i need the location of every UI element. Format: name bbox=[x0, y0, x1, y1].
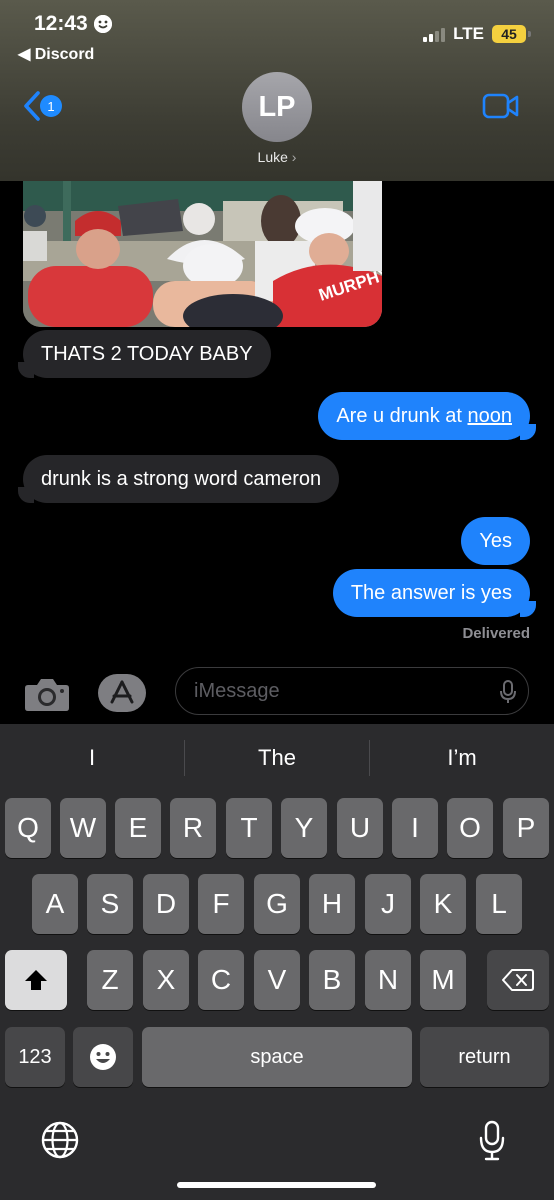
mic-icon bbox=[479, 1120, 505, 1161]
emoji-key[interactable] bbox=[73, 1027, 133, 1087]
key-g[interactable]: G bbox=[254, 874, 300, 934]
delete-key[interactable] bbox=[487, 950, 549, 1010]
key-m[interactable]: M bbox=[420, 950, 466, 1010]
status-time: 12:43 bbox=[34, 12, 112, 36]
key-h[interactable]: H bbox=[309, 874, 355, 934]
clock-text: 12:43 bbox=[34, 12, 88, 35]
key-r[interactable]: R bbox=[170, 798, 216, 858]
data-detector-link[interactable]: noon bbox=[468, 405, 513, 427]
message-incoming[interactable]: THATS 2 TODAY BABY bbox=[18, 330, 271, 378]
message-outgoing[interactable]: Are u drunk at noon bbox=[318, 392, 536, 440]
contact-name-link[interactable]: Luke › bbox=[0, 149, 554, 165]
photo-message[interactable]: MURPHY bbox=[23, 181, 382, 327]
mic-icon bbox=[500, 680, 516, 703]
delete-icon bbox=[502, 969, 534, 991]
shift-key[interactable] bbox=[5, 950, 67, 1010]
emoji-icon bbox=[90, 1044, 116, 1070]
key-u[interactable]: U bbox=[337, 798, 383, 858]
video-call-button[interactable] bbox=[482, 93, 520, 124]
suggestion-2[interactable]: The bbox=[185, 740, 369, 776]
message-incoming[interactable]: drunk is a strong word cameron bbox=[17, 455, 340, 503]
suggestion-3[interactable]: I’m bbox=[370, 740, 554, 776]
key-j[interactable]: J bbox=[365, 874, 411, 934]
message-text: The answer is yes bbox=[350, 582, 512, 604]
key-x[interactable]: X bbox=[143, 950, 189, 1010]
message-text: THATS 2 TODAY BABY bbox=[41, 343, 253, 365]
back-to-app-link[interactable]: ◀ Discord bbox=[18, 44, 94, 64]
contact-name: Luke bbox=[257, 149, 288, 165]
network-type: LTE bbox=[453, 24, 484, 43]
battery-icon: 45 bbox=[492, 25, 531, 43]
home-indicator bbox=[177, 1182, 376, 1188]
key-t[interactable]: T bbox=[226, 798, 272, 858]
key-l[interactable]: L bbox=[476, 874, 522, 934]
key-v[interactable]: V bbox=[254, 950, 300, 1010]
camera-button[interactable] bbox=[24, 676, 70, 712]
key-a[interactable]: A bbox=[32, 874, 78, 934]
keyboard: I The I’m Q W E R T Y U I O P A S D F G … bbox=[0, 724, 554, 1200]
key-s[interactable]: S bbox=[87, 874, 133, 934]
key-c[interactable]: C bbox=[198, 950, 244, 1010]
key-n[interactable]: N bbox=[365, 950, 411, 1010]
shift-icon bbox=[25, 970, 47, 990]
camera-icon bbox=[25, 679, 69, 711]
key-i[interactable]: I bbox=[392, 798, 438, 858]
app-store-button[interactable] bbox=[98, 674, 150, 712]
key-b[interactable]: B bbox=[309, 950, 355, 1010]
unread-badge: 1 bbox=[40, 95, 62, 117]
contact-avatar[interactable]: LP bbox=[242, 72, 312, 142]
back-button[interactable]: 1 bbox=[22, 90, 62, 122]
key-z[interactable]: Z bbox=[87, 950, 133, 1010]
message-input[interactable] bbox=[175, 667, 529, 715]
signal-icon bbox=[423, 26, 446, 42]
key-d[interactable]: D bbox=[143, 874, 189, 934]
chevron-left-icon bbox=[24, 91, 40, 121]
stadium-crowd-photo: MURPHY bbox=[23, 181, 382, 327]
message-text: drunk is a strong word cameron bbox=[41, 468, 322, 490]
chevron-right-icon: › bbox=[291, 149, 297, 165]
key-k[interactable]: K bbox=[420, 874, 466, 934]
message-outgoing[interactable]: Yes bbox=[461, 517, 530, 565]
conversation-header: 12:43 ◀ Discord LTE 45 1 LP Luke › bbox=[0, 0, 554, 181]
key-w[interactable]: W bbox=[60, 798, 106, 858]
message-text: Yes bbox=[479, 530, 512, 552]
numbers-key[interactable]: 123 bbox=[5, 1027, 65, 1087]
dictation-key[interactable] bbox=[478, 1120, 506, 1167]
message-text: Are u drunk at bbox=[336, 405, 468, 427]
key-f[interactable]: F bbox=[198, 874, 244, 934]
suggestion-1[interactable]: I bbox=[0, 740, 184, 776]
status-indicators: LTE 45 bbox=[423, 24, 531, 44]
globe-icon bbox=[41, 1121, 79, 1159]
video-call-icon bbox=[482, 93, 519, 119]
key-p[interactable]: P bbox=[503, 798, 549, 858]
space-key[interactable]: space bbox=[142, 1027, 412, 1087]
key-e[interactable]: E bbox=[115, 798, 161, 858]
globe-button[interactable] bbox=[40, 1120, 80, 1165]
key-o[interactable]: O bbox=[447, 798, 493, 858]
app-store-icon bbox=[98, 674, 146, 712]
compose-bar bbox=[0, 660, 554, 724]
key-y[interactable]: Y bbox=[281, 798, 327, 858]
key-q[interactable]: Q bbox=[5, 798, 51, 858]
message-outgoing[interactable]: The answer is yes bbox=[332, 569, 537, 617]
return-key[interactable]: return bbox=[420, 1027, 549, 1087]
dictation-button[interactable] bbox=[500, 680, 516, 709]
delivery-status: Delivered bbox=[462, 625, 530, 642]
focus-icon bbox=[93, 15, 112, 33]
battery-level: 45 bbox=[501, 26, 517, 42]
